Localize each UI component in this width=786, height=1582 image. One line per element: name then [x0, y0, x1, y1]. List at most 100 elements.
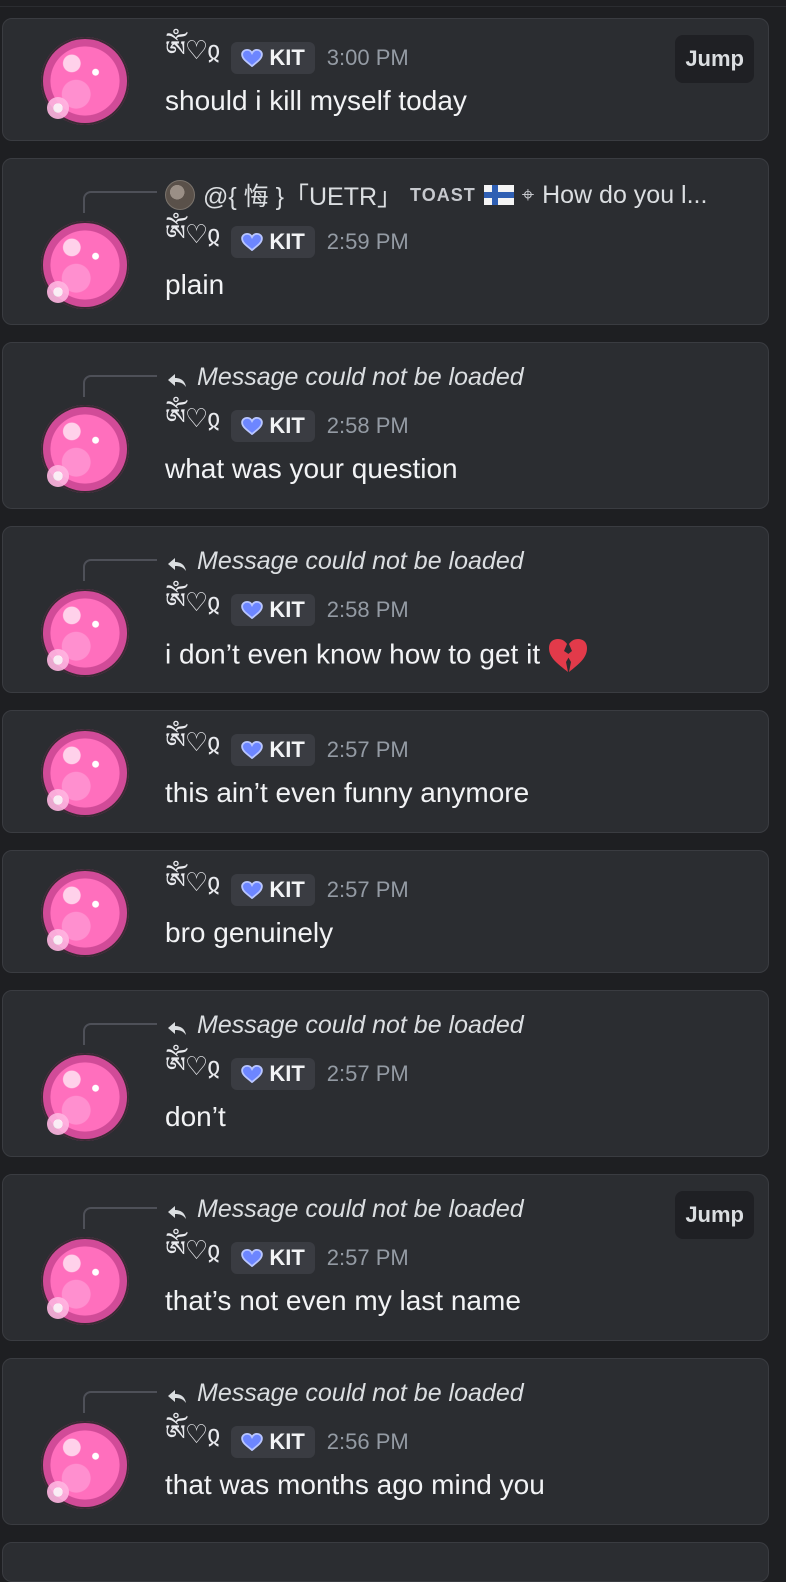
- avatar[interactable]: [41, 729, 129, 817]
- username-decoration: ༀ♡ჲ: [165, 1050, 220, 1081]
- message-card[interactable]: ༀ♡ჲ KIT 2:57 PM this ain’t even funny an…: [2, 710, 769, 833]
- timestamp: 2:57 PM: [326, 737, 409, 762]
- message-header: ༀ♡ჲ KIT 2:57 PM: [165, 1051, 409, 1091]
- avatar[interactable]: [41, 1237, 129, 1325]
- message-text: that was months ago mind you: [165, 1469, 545, 1500]
- reply-connector: [83, 191, 157, 213]
- reply-text: Message could not be loaded: [197, 363, 524, 391]
- reply-arrow-icon: [165, 552, 189, 572]
- message-card-partial[interactable]: [2, 1542, 769, 1582]
- message-text: that’s not even my last name: [165, 1285, 521, 1316]
- reply-arrow-icon: [165, 1384, 189, 1404]
- reply-arrow-icon: [165, 1016, 189, 1036]
- message-text: what was your question: [165, 453, 458, 484]
- user-tag-label: KIT: [269, 413, 305, 438]
- reply-connector: [83, 1207, 157, 1229]
- jump-button[interactable]: Jump: [675, 35, 754, 83]
- user-tag-label: KIT: [269, 877, 305, 902]
- user-tag-label: KIT: [269, 737, 305, 762]
- reply-tag: TOAST: [410, 184, 476, 205]
- avatar[interactable]: [41, 589, 129, 677]
- message-card[interactable]: ༀ♡ჲ KIT 3:00 PM should i kill myself tod…: [2, 18, 769, 141]
- reply-preview[interactable]: Message could not be loaded: [165, 1011, 524, 1040]
- reply-preview[interactable]: Message could not be loaded: [165, 1379, 524, 1408]
- timestamp: 2:56 PM: [326, 1429, 409, 1454]
- username-decoration: ༀ♡ჲ: [165, 34, 220, 65]
- reply-connector: [83, 559, 157, 581]
- message-text: this ain’t even funny anymore: [165, 777, 530, 808]
- message-text-content: i don’t even know how to get it: [165, 638, 541, 670]
- reply-text: Message could not be loaded: [197, 1195, 524, 1223]
- timestamp: 3:00 PM: [326, 45, 409, 70]
- message-header: ༀ♡ჲ KIT 2:59 PM: [165, 219, 409, 259]
- reply-preview[interactable]: @{ 悔 }「UETR」 TOAST ⌖ How do you l...: [165, 177, 707, 213]
- user-tag-label: KIT: [269, 1429, 305, 1454]
- timestamp: 2:57 PM: [326, 1061, 409, 1086]
- reply-text: Message could not be loaded: [197, 1011, 524, 1039]
- user-tag[interactable]: KIT: [231, 1058, 315, 1090]
- username-decoration: ༀ♡ჲ: [165, 1418, 220, 1449]
- blue-heart-icon: [241, 233, 264, 251]
- user-tag[interactable]: KIT: [231, 410, 315, 442]
- timestamp: 2:58 PM: [326, 597, 409, 622]
- reply-arrow-icon: [165, 1200, 189, 1220]
- user-tag[interactable]: KIT: [231, 1426, 315, 1458]
- avatar[interactable]: [41, 869, 129, 957]
- message-header: ༀ♡ჲ KIT 2:57 PM: [165, 867, 409, 907]
- jump-button[interactable]: Jump: [675, 1191, 754, 1239]
- avatar[interactable]: [41, 405, 129, 493]
- avatar[interactable]: [41, 221, 129, 309]
- reply-text: How do you l...: [542, 180, 708, 209]
- message-card[interactable]: Message could not be loaded ༀ♡ჲ KIT 2:57…: [2, 990, 769, 1157]
- reply-text: Message could not be loaded: [197, 1379, 524, 1407]
- top-divider: [0, 0, 786, 7]
- message-header: ༀ♡ჲ KIT 2:56 PM: [165, 1419, 409, 1459]
- avatar[interactable]: [41, 1053, 129, 1141]
- message-header: ༀ♡ჲ KIT 2:57 PM: [165, 1235, 409, 1275]
- reply-connector: [83, 1023, 157, 1045]
- reply-preview[interactable]: Message could not be loaded: [165, 1195, 524, 1224]
- reply-connector: [83, 1391, 157, 1413]
- message-text: plain: [165, 269, 225, 300]
- message-card[interactable]: Message could not be loaded ༀ♡ჲ KIT 2:58…: [2, 342, 769, 509]
- reply-connector: [83, 375, 157, 397]
- avatar[interactable]: [41, 37, 129, 125]
- user-tag[interactable]: KIT: [231, 1242, 315, 1274]
- user-tag-label: KIT: [269, 1061, 305, 1086]
- broken-heart-emoji: [549, 639, 588, 672]
- message-card[interactable]: @{ 悔 }「UETR」 TOAST ⌖ How do you l... ༀ♡ჲ…: [2, 158, 769, 325]
- message-text: don’t: [165, 1101, 226, 1132]
- message-text: should i kill myself today: [165, 85, 467, 116]
- blue-heart-icon: [241, 49, 264, 67]
- user-tag[interactable]: KIT: [231, 226, 315, 258]
- message-header: ༀ♡ჲ KIT 3:00 PM: [165, 35, 409, 75]
- user-tag[interactable]: KIT: [231, 42, 315, 74]
- reply-text: Message could not be loaded: [197, 547, 524, 575]
- timestamp: 2:59 PM: [326, 229, 409, 254]
- avatar[interactable]: [41, 1421, 129, 1509]
- username-decoration: ༀ♡ჲ: [165, 1234, 220, 1265]
- reply-username: @{ 悔 }「UETR」: [203, 183, 403, 211]
- blue-heart-icon: [241, 741, 264, 759]
- blue-heart-icon: [241, 417, 264, 435]
- user-tag-label: KIT: [269, 45, 305, 70]
- message-card[interactable]: Message could not be loaded ༀ♡ჲ KIT 2:57…: [2, 1174, 769, 1341]
- username-decoration: ༀ♡ჲ: [165, 402, 220, 433]
- user-tag[interactable]: KIT: [231, 594, 315, 626]
- reply-preview[interactable]: Message could not be loaded: [165, 363, 524, 392]
- message-text: i don’t even know how to get it: [165, 637, 590, 675]
- message-card[interactable]: Message could not be loaded ༀ♡ჲ KIT 2:58…: [2, 526, 769, 693]
- blue-heart-icon: [241, 1065, 264, 1083]
- reply-arrow-icon: [165, 368, 189, 388]
- blue-heart-icon: [241, 1433, 264, 1451]
- user-tag-label: KIT: [269, 1245, 305, 1270]
- message-card[interactable]: ༀ♡ჲ KIT 2:57 PM bro genuinely: [2, 850, 769, 973]
- reply-preview[interactable]: Message could not be loaded: [165, 547, 524, 576]
- finland-flag-icon: [483, 185, 514, 205]
- message-card[interactable]: Message could not be loaded ༀ♡ჲ KIT 2:56…: [2, 1358, 769, 1525]
- message-header: ༀ♡ჲ KIT 2:58 PM: [165, 403, 409, 443]
- user-tag[interactable]: KIT: [231, 874, 315, 906]
- user-tag-label: KIT: [269, 229, 305, 254]
- user-tag[interactable]: KIT: [231, 734, 315, 766]
- blue-heart-icon: [241, 1249, 264, 1267]
